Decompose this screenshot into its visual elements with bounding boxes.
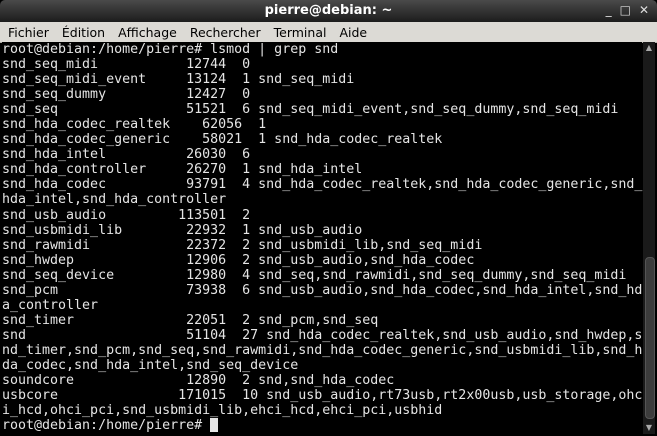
minimize-button[interactable]: _ xyxy=(606,3,612,17)
module-row: snd_pcm 73938 6 snd_usb_audio,snd_hda_co… xyxy=(2,282,643,298)
module-row: snd_seq_dummy 12427 0 xyxy=(2,87,251,103)
menu-bar: Fichier Édition Affichage Rechercher Ter… xyxy=(0,22,657,43)
module-row: snd_seq_midi_event 13124 1 snd_seq_midi xyxy=(2,72,355,88)
module-row: snd_hda_controller 26270 1 snd_hda_intel xyxy=(2,162,363,178)
menu-terminal[interactable]: Terminal xyxy=(266,25,332,40)
scroll-up-icon[interactable]: ▲ xyxy=(643,42,655,54)
maximize-button[interactable]: □ xyxy=(620,3,631,17)
module-row: snd_usbmidi_lib 22932 1 snd_usb_audio xyxy=(2,222,363,238)
module-row: snd_rawmidi 22372 2 snd_usbmidi_lib,snd_… xyxy=(2,237,483,253)
module-row: da_codec,snd_hda_intel,snd_seq_device xyxy=(2,357,299,373)
module-row: snd_hwdep 12906 2 snd_usb_audio,snd_hda_… xyxy=(2,252,475,268)
module-row: usbcore 171015 10 snd_usb_audio,rt73usb,… xyxy=(2,388,643,404)
module-row: snd 51104 27 snd_hda_codec_realtek,snd_u… xyxy=(2,327,643,343)
module-row: nd_timer,snd_pcm,snd_seq,snd_rawmidi,snd… xyxy=(2,342,643,358)
module-row: snd_seq_midi 12744 0 xyxy=(2,57,251,73)
cursor xyxy=(210,418,219,433)
module-row: snd_hda_codec_generic 58021 1 snd_hda_co… xyxy=(2,132,443,148)
command-line: root@debian:/home/pierre# lsmod | grep s… xyxy=(2,42,339,57)
menu-rechercher[interactable]: Rechercher xyxy=(182,25,266,40)
module-row: snd_timer 22051 2 snd_pcm,snd_seq xyxy=(2,312,379,328)
terminal-output[interactable]: root@debian:/home/pierre# lsmod | grep s… xyxy=(2,42,643,434)
menu-fichier[interactable]: Fichier xyxy=(0,25,54,40)
module-row: snd_usb_audio 113501 2 xyxy=(2,207,251,223)
menu-affichage[interactable]: Affichage xyxy=(110,25,182,40)
module-row: snd_hda_codec_realtek 62056 1 xyxy=(2,117,267,133)
module-row: snd_seq_device 12980 4 snd_seq,snd_rawmi… xyxy=(2,267,627,283)
module-row: soundcore 12890 2 snd,snd_hda_codec xyxy=(2,373,395,389)
scrollbar[interactable]: ▲ ▼ xyxy=(643,42,655,434)
module-row: hda_intel,snd_hda_controller xyxy=(2,192,227,208)
prompt-line: root@debian:/home/pierre# xyxy=(2,418,642,433)
close-button[interactable]: ✕ xyxy=(639,3,649,17)
scrollbar-thumb[interactable] xyxy=(645,257,655,419)
module-row: snd_seq 51521 6 snd_seq_midi_event,snd_s… xyxy=(2,102,619,118)
module-row: snd_hda_codec 93791 4 snd_hda_codec_real… xyxy=(2,177,643,193)
module-row: a_controller xyxy=(2,297,99,313)
menu-edition[interactable]: Édition xyxy=(54,25,110,40)
window-title: pierre@debian: ~ xyxy=(264,3,393,18)
title-bar[interactable]: pierre@debian: ~ _ □ ✕ xyxy=(0,0,657,22)
module-row: i_hcd,ohci_pci,snd_usbmidi_lib,ehci_hcd,… xyxy=(2,403,443,419)
module-row: snd_hda_intel 26030 6 xyxy=(2,147,251,163)
scroll-down-icon[interactable]: ▼ xyxy=(643,422,655,434)
menu-aide[interactable]: Aide xyxy=(331,25,372,40)
